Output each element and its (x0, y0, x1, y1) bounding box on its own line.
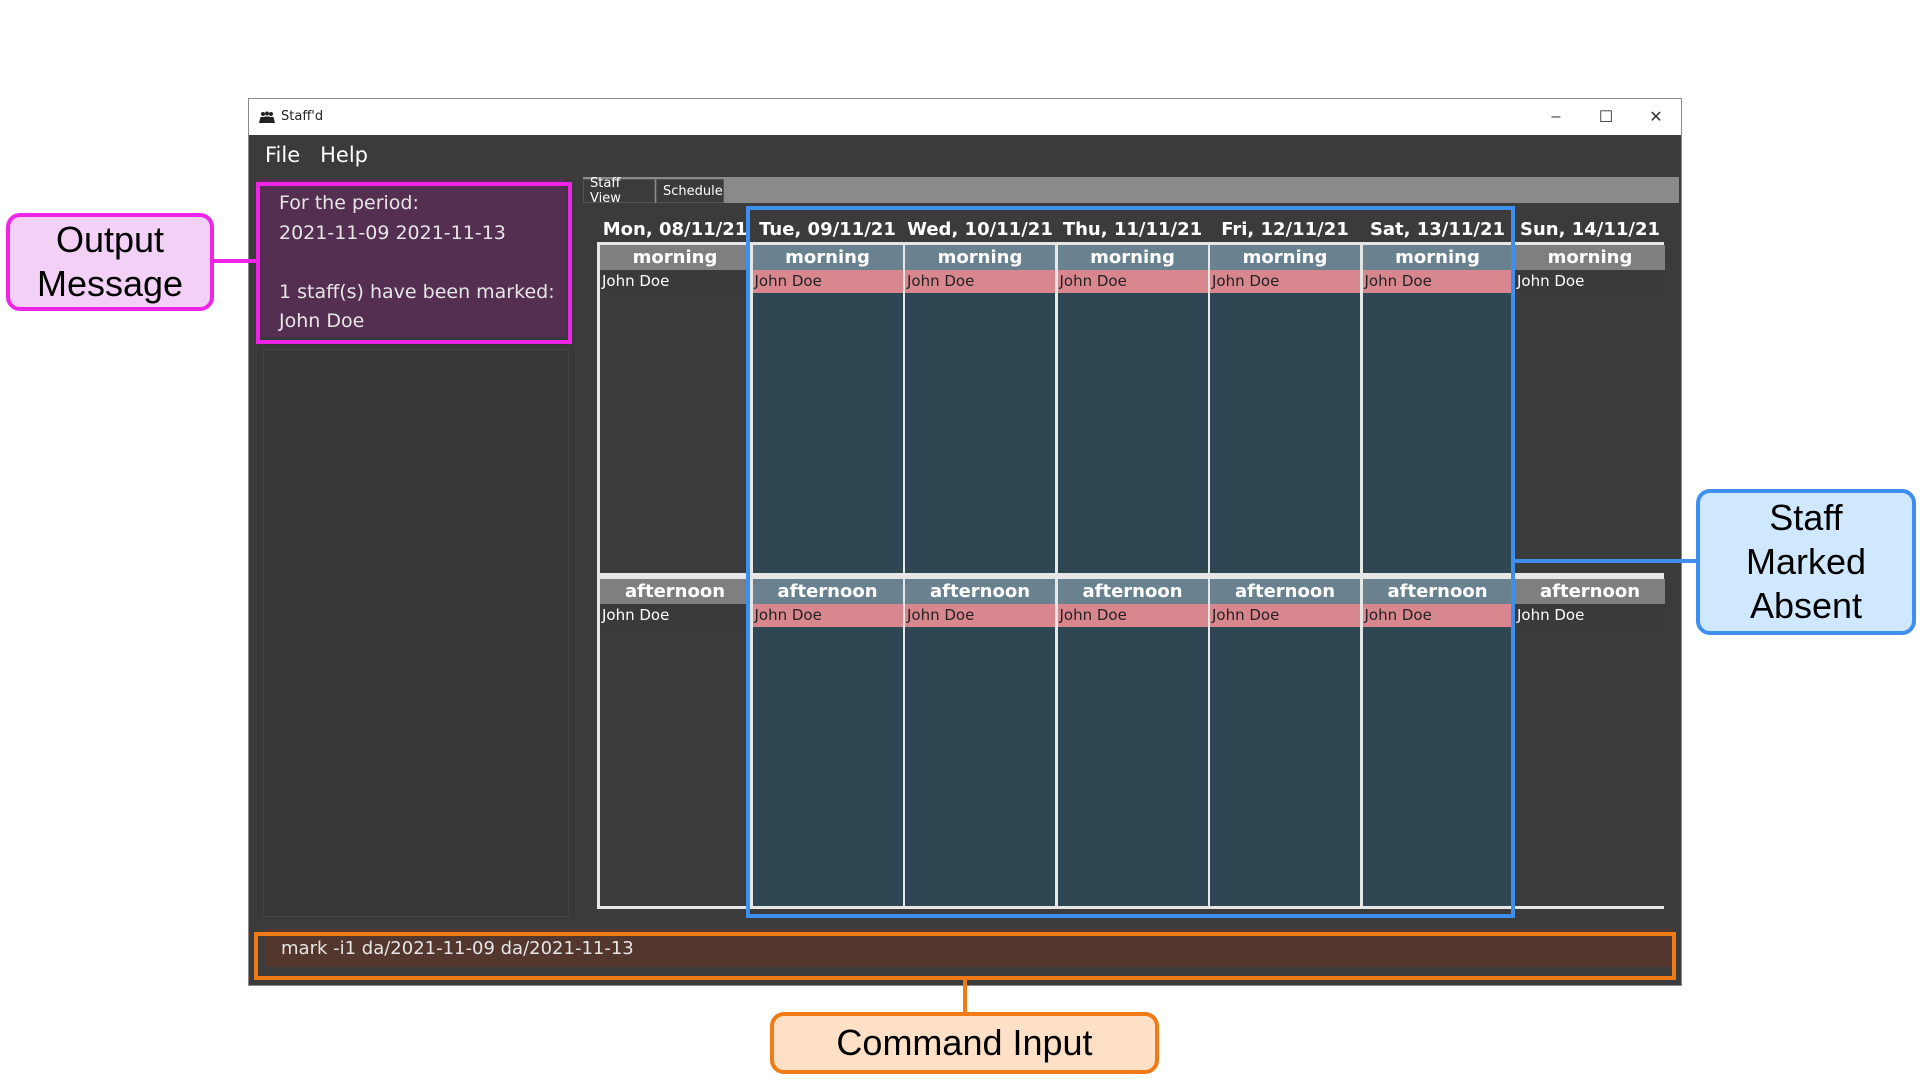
command-input-callout: Command Input (770, 1012, 1159, 1074)
tab-bar: Staff View Schedule (583, 176, 1679, 206)
window-title: Staff'd (281, 109, 324, 124)
shift-label: afternoon (1515, 579, 1665, 604)
day-column: morning John Doe afternoon John Doe (600, 245, 750, 906)
staff-connector-line (1515, 559, 1696, 563)
title-bar: Staff'd – ☐ ✕ (249, 99, 1681, 135)
menu-help[interactable]: Help (310, 143, 378, 167)
day-header: Mon, 08/11/21 (602, 219, 748, 240)
shift-label: morning (600, 245, 750, 270)
command-highlight-box (254, 932, 1676, 980)
staff-entry[interactable]: John Doe (1515, 604, 1665, 627)
morning-shift-cell[interactable]: morning John Doe (600, 245, 750, 573)
afternoon-shift-cell[interactable]: afternoon John Doe (600, 579, 750, 906)
output-message-label: Output Message (36, 219, 184, 304)
person-list-panel[interactable] (263, 349, 569, 917)
morning-shift-cell[interactable]: morning John Doe (1515, 245, 1665, 573)
staff-entry[interactable]: John Doe (600, 604, 750, 627)
output-highlight-box (256, 182, 572, 344)
minimize-button[interactable]: – (1531, 99, 1581, 135)
shift-label: afternoon (600, 579, 750, 604)
menu-bar: File Help (249, 135, 1681, 175)
staff-entry[interactable]: John Doe (1515, 270, 1665, 293)
output-connector-line (214, 259, 256, 263)
shift-label: morning (1515, 245, 1665, 270)
staff-marked-absent-label: Staff Marked Absent (1745, 497, 1867, 626)
app-logo-icon (259, 111, 275, 123)
staff-highlight-box (746, 206, 1515, 918)
menu-file[interactable]: File (255, 143, 310, 167)
command-connector-line (963, 980, 967, 1012)
staff-entry[interactable]: John Doe (600, 270, 750, 293)
staff-marked-absent-callout: Staff Marked Absent (1696, 489, 1916, 635)
command-input-label: Command Input (836, 1022, 1093, 1063)
afternoon-shift-cell[interactable]: afternoon John Doe (1515, 579, 1665, 906)
day-header: Sun, 14/11/21 (1520, 219, 1660, 240)
day-column: morning John Doe afternoon John Doe (1515, 245, 1665, 906)
close-button[interactable]: ✕ (1631, 99, 1681, 135)
tab-schedule[interactable]: Schedule (656, 179, 724, 203)
tab-staff-view[interactable]: Staff View (583, 176, 655, 206)
maximize-button[interactable]: ☐ (1581, 99, 1631, 135)
output-message-callout: Output Message (6, 213, 214, 311)
